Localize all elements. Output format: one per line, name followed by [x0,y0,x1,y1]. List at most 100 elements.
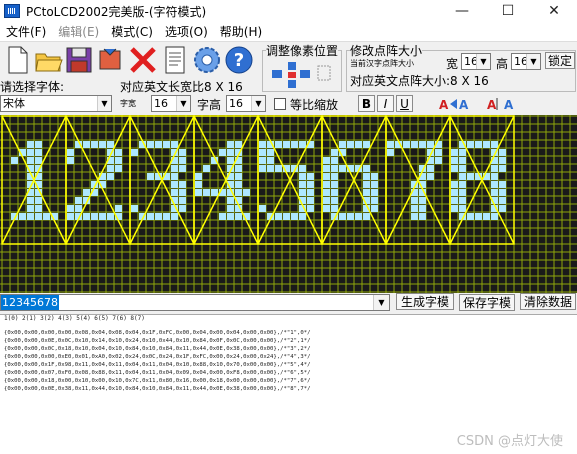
menu-edit[interactable]: 编辑(E) [52,23,105,40]
lcd-pixel-on [419,205,426,212]
lcd-pixel-on [35,213,42,220]
lcd-pixel-on [371,205,378,212]
lcd-pixel-on [331,165,338,172]
lcd-pixel-on [75,197,82,204]
lcd-pixel-on [155,213,162,220]
menu-options[interactable]: 选项(O) [159,23,214,40]
lcd-pixel-on [27,157,34,164]
output-line: {0x00,0x00,0x18,0x00,0x10,0x00,0x10,0x7C… [4,378,311,384]
lcd-pixel-on [147,173,154,180]
lcd-pixel-on [179,205,186,212]
lcd-pixel-on [451,181,458,188]
menu-help[interactable]: 帮助(H) [214,23,268,40]
char-width-select[interactable]: 16 ▼ [151,95,191,112]
lcd-pixel-grid[interactable] [0,115,577,293]
lcd-pixel-on [163,141,170,148]
lcd-pixel-on [499,189,506,196]
save-font-button[interactable]: 保存字模 [459,294,515,311]
lcd-pixel-on [427,141,434,148]
char-height-select[interactable]: 16 ▼ [226,95,266,112]
lcd-pixel-on [235,189,242,196]
output-line: {0x00,0x00,0x1F,0x98,0x11,0x04,0x11,0x04… [4,362,311,368]
rotate-mirror-icons[interactable]: A A [438,95,478,113]
lcd-pixel-on [27,213,34,220]
menu-file[interactable]: 文件(F) [0,23,52,40]
lcd-pixel-on [115,165,122,172]
lcd-pixel-on [355,141,362,148]
underline-button[interactable]: U [396,95,413,112]
lcd-pixel-on [347,141,354,148]
app-icon [4,4,20,18]
lcd-pixel-on [27,149,34,156]
lcd-pixel-on [171,141,178,148]
lcd-pixel-on [179,181,186,188]
close-button[interactable]: ✕ [531,0,577,22]
lcd-pixel-on [107,173,114,180]
lcd-pixel-on [459,181,466,188]
lcd-pixel-on [459,149,466,156]
help-icon[interactable]: ? [224,45,254,75]
output-textarea[interactable]: 1(0) 2(1) 3(2) 4(3) 5(4) 6(5) 7(6) 8(7) … [0,314,577,454]
proportional-checkbox[interactable] [274,98,286,110]
lcd-pixel-on [331,205,338,212]
lcd-pixel-on [235,165,242,172]
lcd-pixel-on [227,213,234,220]
pixel-shift-arrows[interactable] [270,60,334,90]
output-line: {0x00,0x00,0x07,0xF0,0x08,0x88,0x11,0x04… [4,370,311,376]
lcd-pixel-on [235,173,242,180]
save-disk-icon[interactable] [64,45,94,75]
italic-button[interactable]: I [377,95,394,112]
text-input[interactable]: 12345678 ▼ [0,294,390,311]
lcd-pixel-on [67,205,74,212]
lcd-pixel-on [459,189,466,196]
document-icon[interactable] [160,45,190,75]
lcd-pixel-on [27,197,34,204]
minimize-button[interactable]: — [439,0,485,22]
new-file-icon[interactable] [2,45,32,75]
height-label: 高 [496,57,509,71]
output-icon[interactable] [96,45,126,75]
clear-button[interactable]: 清除数据 [520,293,576,310]
lcd-pixel-on [363,165,370,172]
settings-gear-icon[interactable] [192,45,222,75]
lcd-pixel-on [227,149,234,156]
lcd-pixel-on [67,149,74,156]
lcd-pixel-on [11,157,18,164]
lcd-pixel-on [419,197,426,204]
lcd-pixel-on [331,181,338,188]
output-line: {0x00,0x00,0x00,0x00,0x08,0x04,0x08,0x04… [4,330,311,336]
delete-icon[interactable] [128,45,158,75]
lcd-pixel-on [203,189,210,196]
font-select[interactable]: 宋体 ▼ [0,95,112,112]
flip-icons[interactable]: A A [486,95,526,113]
lcd-pixel-on [179,157,186,164]
lcd-pixel-on [91,213,98,220]
lcd-pixel-on [467,213,474,220]
lcd-pixel-on [83,141,90,148]
lcd-pixel-on [75,205,82,212]
maximize-button[interactable]: ☐ [485,0,531,22]
lcd-pixel-on [307,181,314,188]
chevron-down-icon: ▼ [526,54,540,69]
lcd-pixel-on [219,149,226,156]
width-select[interactable]: 16 ▼ [461,53,491,70]
generate-button[interactable]: 生成字模 [396,293,454,310]
lcd-pixel-on [259,141,266,148]
char-height-label: 字高 [197,98,222,112]
open-folder-icon[interactable] [34,45,64,75]
lcd-pixel-on [259,157,266,164]
menu-mode[interactable]: 模式(C) [105,23,159,40]
en-size-label: 对应英文点阵大小:8 X 16 [350,74,489,88]
lcd-pixel-on [227,157,234,164]
lock-button[interactable]: 锁定 [545,52,575,69]
lcd-pixel-on [35,141,42,148]
height-select[interactable]: 16 ▼ [511,53,541,70]
lcd-pixel-on [491,213,498,220]
lcd-pixel-on [499,157,506,164]
lcd-pixel-on [483,213,490,220]
lcd-pixel-on [411,141,418,148]
lcd-pixel-on [235,141,242,148]
lcd-pixel-on [83,189,90,196]
lcd-pixel-on [179,189,186,196]
bold-button[interactable]: B [358,95,375,112]
